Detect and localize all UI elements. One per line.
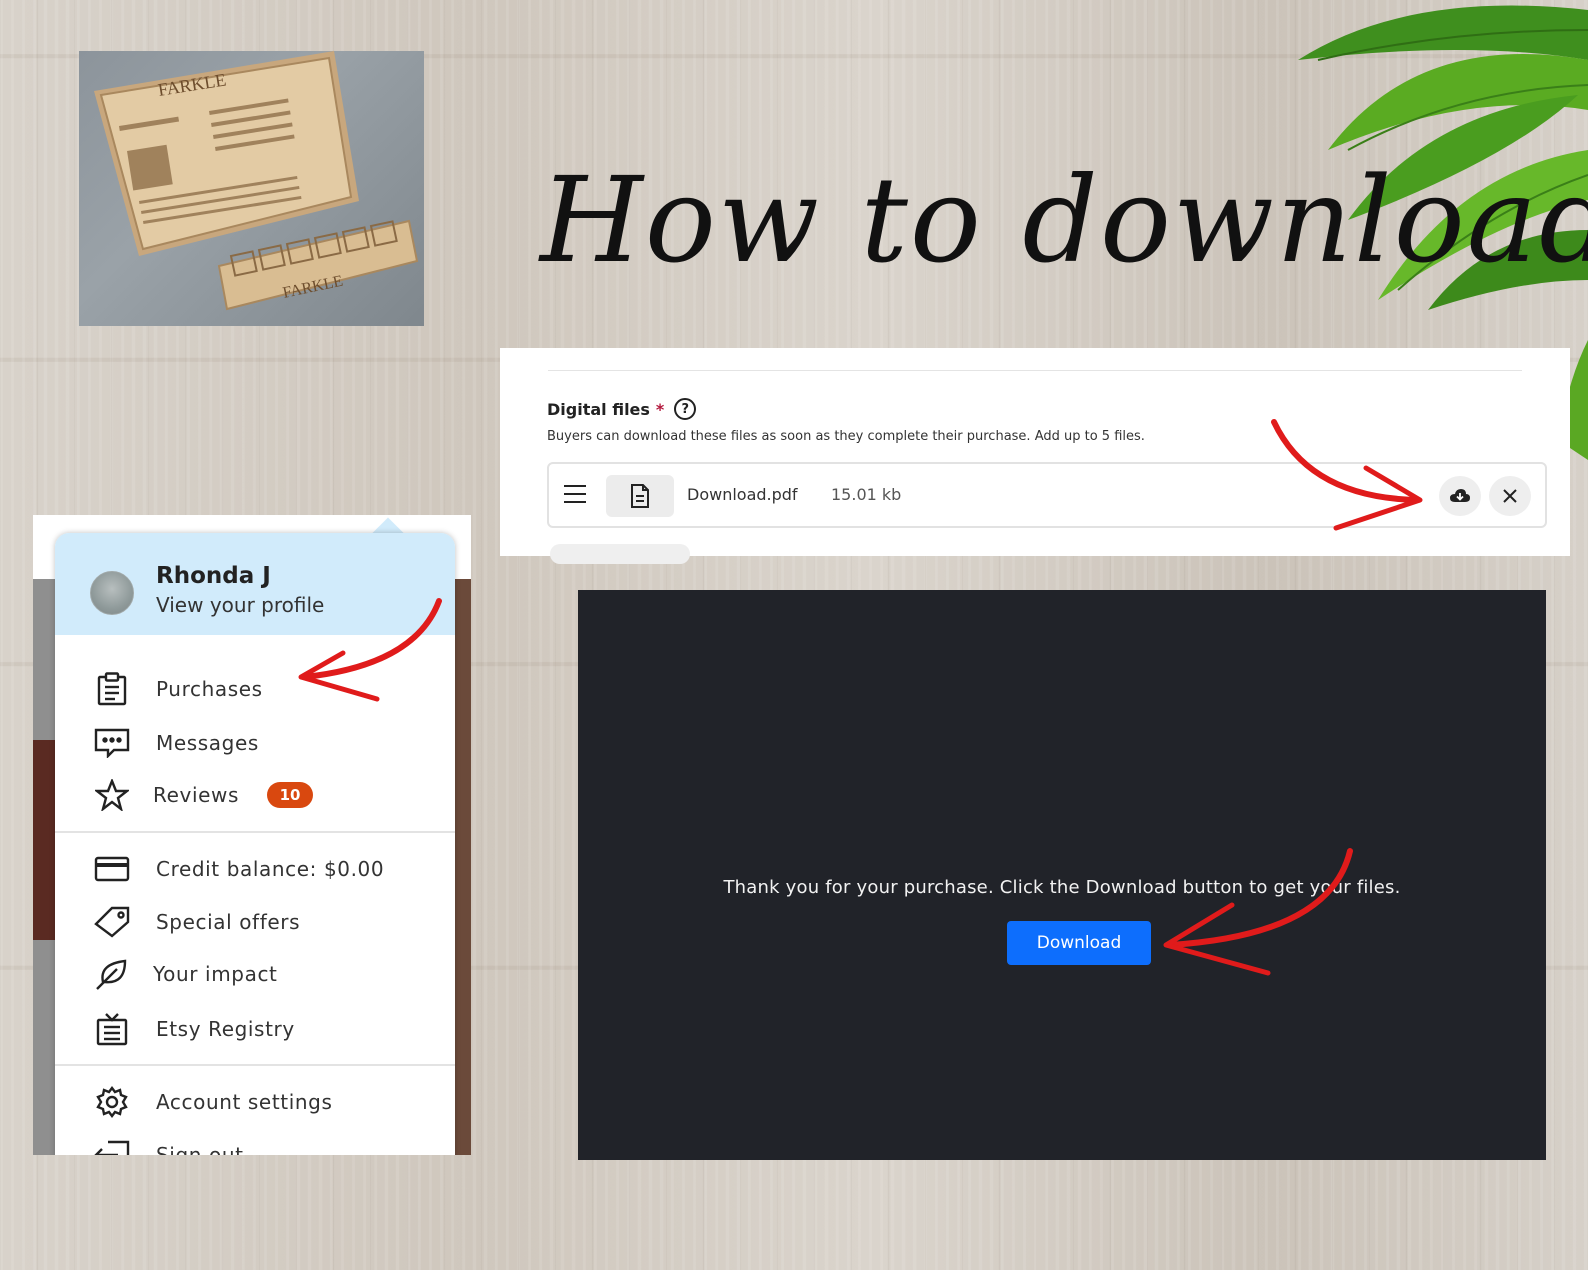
close-icon[interactable]: [1489, 476, 1531, 516]
reviews-count-badge: 10: [267, 782, 313, 808]
gear-icon: [93, 1083, 131, 1121]
menu-item-label: Special offers: [156, 910, 301, 934]
product-photo: FARKLE FARKLE: [79, 51, 424, 326]
menu-item-label: Sign out: [156, 1143, 244, 1155]
menu-item-label: Messages: [156, 731, 259, 755]
chat-bubble-icon: [93, 724, 131, 762]
file-name: Download.pdf: [687, 485, 798, 504]
leaf-icon: [93, 955, 131, 993]
gift-registry-icon: [93, 1010, 131, 1048]
cloud-download-icon[interactable]: [1439, 476, 1481, 516]
menu-item-special-offers[interactable]: Special offers: [55, 900, 455, 944]
drag-handle-icon[interactable]: [564, 485, 588, 505]
download-page-screenshot: Thank you for your purchase. Click the D…: [578, 590, 1546, 1160]
sign-out-icon: [93, 1136, 131, 1155]
menu-item-etsy-registry[interactable]: Etsy Registry: [55, 1007, 455, 1051]
menu-item-label: Your impact: [153, 962, 278, 986]
star-icon: [93, 776, 131, 814]
thank-you-message: Thank you for your purchase. Click the D…: [723, 877, 1401, 898]
file-size: 15.01 kb: [831, 485, 902, 504]
required-star: *: [655, 399, 665, 419]
menu-item-label: Reviews: [153, 783, 239, 807]
page-title: How to download: [540, 151, 1588, 289]
menu-item-sign-out[interactable]: Sign out: [55, 1133, 455, 1155]
digital-files-label: Digital files: [547, 399, 650, 419]
menu-item-label: Credit balance: $0.00: [156, 857, 385, 881]
file-row: Download.pdf 15.01 kb: [547, 462, 1547, 528]
menu-item-label: Purchases: [156, 677, 263, 701]
view-profile-link[interactable]: View your profile: [156, 593, 324, 617]
account-menu: Rhonda J View your profile Purchases Mes…: [55, 533, 455, 1155]
document-icon: [606, 475, 674, 517]
avatar: [90, 571, 134, 615]
clipboard-icon: [93, 670, 131, 708]
divider: [55, 1064, 455, 1066]
menu-item-label: Etsy Registry: [156, 1017, 295, 1041]
digital-files-panel: Digital files * ? Buyers can download the…: [500, 348, 1570, 564]
menu-item-messages[interactable]: Messages: [55, 721, 455, 765]
menu-item-label: Account settings: [156, 1090, 333, 1114]
tag-icon: [93, 903, 131, 941]
divider: [55, 831, 455, 833]
question-circle-icon[interactable]: ?: [674, 398, 697, 420]
add-file-button[interactable]: [550, 544, 690, 564]
user-name: Rhonda J: [156, 563, 271, 589]
menu-item-your-impact[interactable]: Your impact: [55, 952, 455, 996]
account-menu-screenshot: Rhonda J View your profile Purchases Mes…: [33, 515, 471, 1155]
profile-header[interactable]: Rhonda J View your profile: [55, 533, 455, 635]
menu-item-reviews[interactable]: Reviews 10: [55, 773, 455, 817]
menu-item-purchases[interactable]: Purchases: [55, 667, 455, 711]
menu-item-account-settings[interactable]: Account settings: [55, 1080, 455, 1124]
digital-files-description: Buyers can download these files as soon …: [547, 429, 1145, 444]
divider: [548, 370, 1522, 371]
credit-card-icon: [93, 850, 131, 888]
menu-item-credit-balance[interactable]: Credit balance: $0.00: [55, 847, 455, 891]
digital-files-heading: Digital files * ?: [547, 398, 697, 420]
download-button[interactable]: Download: [1007, 921, 1151, 965]
